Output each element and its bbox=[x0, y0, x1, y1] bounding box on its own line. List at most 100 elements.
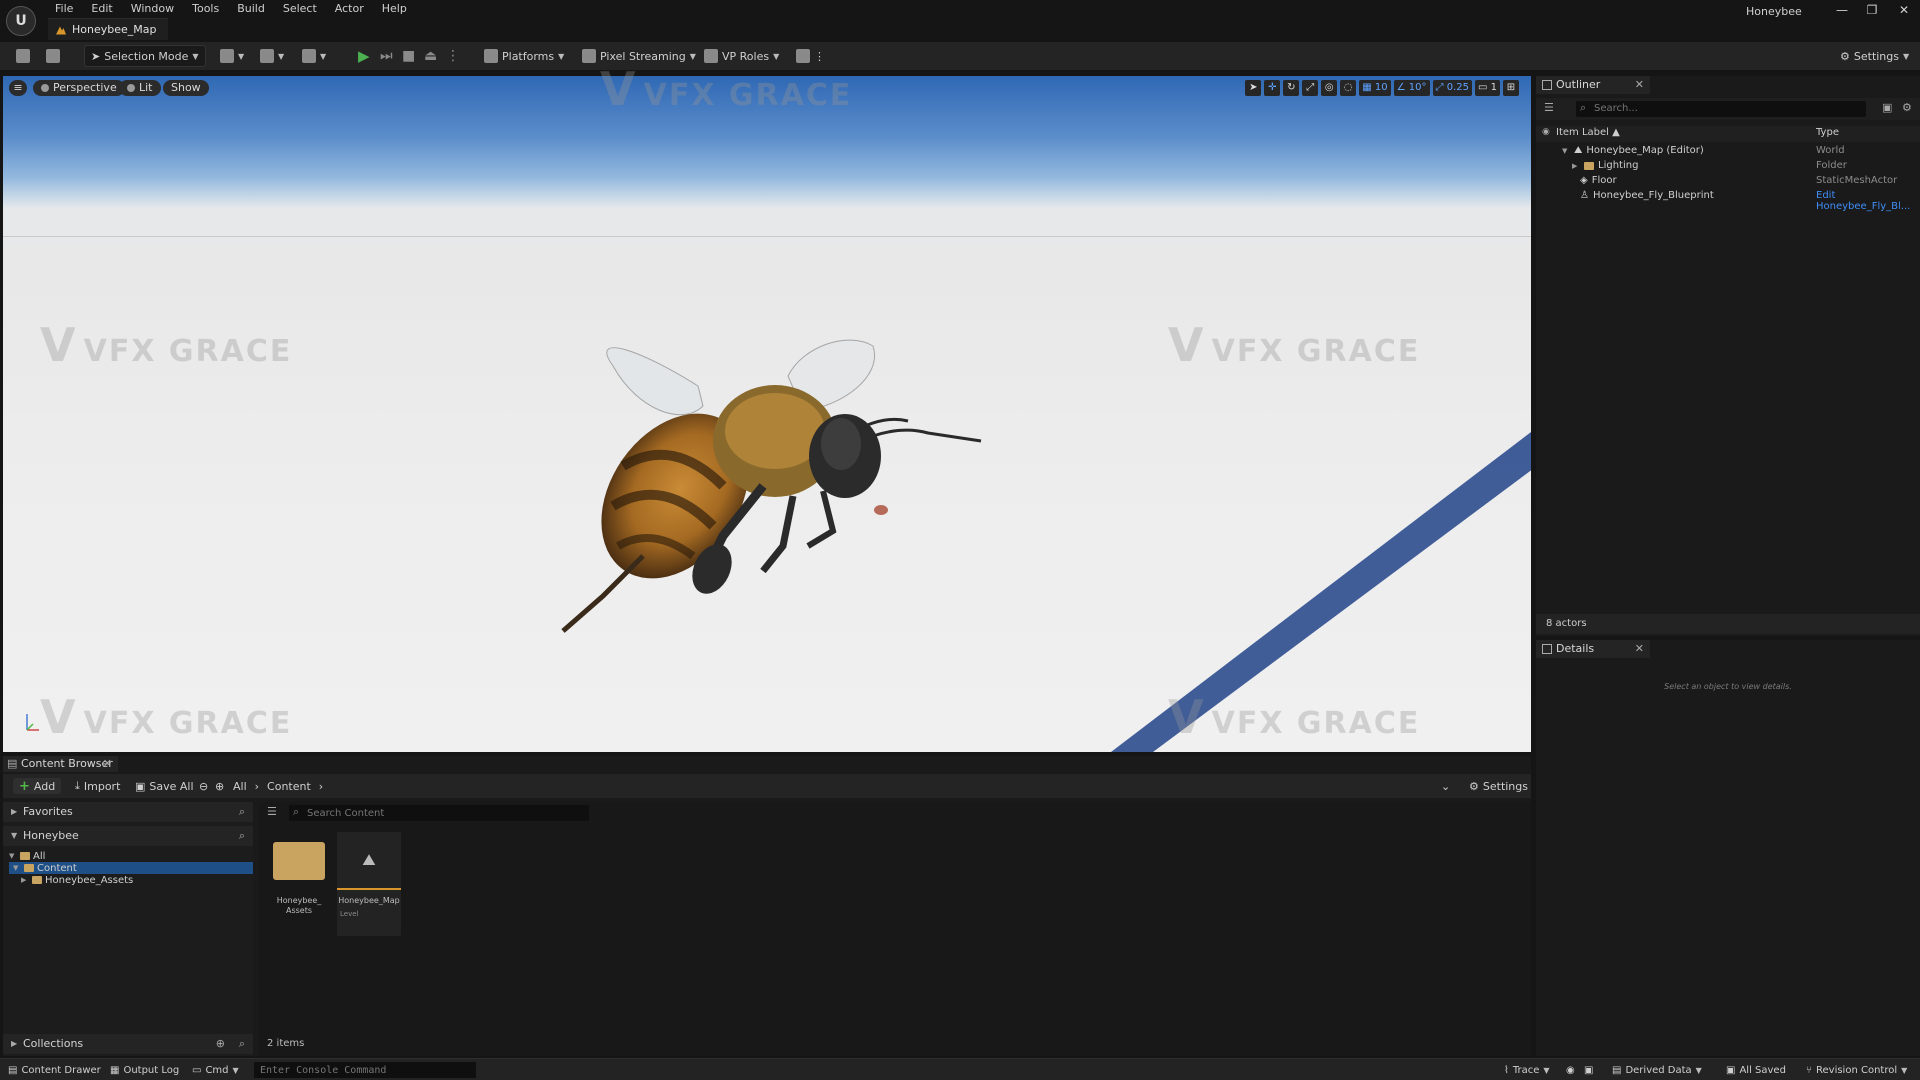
level-tab-label: Honeybee_Map bbox=[72, 23, 157, 36]
details-tab[interactable]: Details ✕ bbox=[1536, 640, 1650, 658]
history-forward-button[interactable]: ⊕ bbox=[209, 778, 230, 794]
advance-frame-button[interactable]: ⏭ bbox=[374, 45, 399, 67]
asset-tile-level[interactable]: ⛰ Honeybee_Map Level bbox=[337, 832, 401, 936]
translate-tool-icon[interactable]: ✛ bbox=[1264, 80, 1281, 96]
close-icon[interactable]: ✕ bbox=[1635, 640, 1644, 658]
hamburger-icon: ≡ bbox=[13, 81, 23, 94]
menu-help[interactable]: Help bbox=[373, 0, 416, 16]
world-local-icon[interactable]: ◎ bbox=[1321, 80, 1338, 96]
search-icon[interactable]: ⌕ bbox=[239, 1034, 245, 1054]
favorites-section[interactable]: ▶ Favorites ⌕ bbox=[3, 802, 253, 822]
edit-blueprint-link[interactable]: Edit Honeybee_Fly_Bl... bbox=[1816, 190, 1920, 212]
close-icon[interactable]: ✕ bbox=[1635, 76, 1644, 94]
cmd-dropdown[interactable]: ▭ Cmd ▼ bbox=[192, 1063, 239, 1077]
select-tool-icon[interactable]: ➤ bbox=[1245, 80, 1262, 96]
add-folder-icon[interactable]: ▣ bbox=[1882, 101, 1892, 114]
visibility-icon[interactable]: ◉ bbox=[1542, 127, 1550, 137]
filter-icon[interactable]: ☰ bbox=[267, 805, 277, 818]
content-drawer-button[interactable]: ▤ Content Drawer bbox=[8, 1063, 101, 1077]
outliner-row[interactable]: ♙ Honeybee_Fly_Blueprint Edit Honeybee_Fl… bbox=[1536, 189, 1920, 212]
close-window-button[interactable]: ✕ bbox=[1892, 2, 1916, 18]
record-button[interactable]: ◉ bbox=[1566, 1063, 1575, 1077]
main-toolbar: ➤ Selection Mode ▼ ▼ ▼ ▼ ▶ ⏭ ■ ⏏ ⋮ Platf… bbox=[0, 42, 1920, 70]
add-button[interactable]: + Add bbox=[13, 778, 62, 794]
asset-tile-folder[interactable]: Honeybee_ Assets bbox=[267, 832, 331, 936]
outliner-row[interactable]: ◈ Floor StaticMeshActor bbox=[1536, 174, 1920, 189]
honeybee-mesh[interactable] bbox=[3, 76, 1531, 752]
viewport-layout-icon[interactable]: ⊞ bbox=[1503, 80, 1519, 96]
add-collection-icon[interactable]: ⊕ bbox=[216, 1034, 225, 1054]
selection-mode-dropdown[interactable]: ➤ Selection Mode ▼ bbox=[84, 45, 206, 67]
tree-item-all[interactable]: ▼ All bbox=[9, 850, 253, 862]
viewport-transform-tools: ➤ ✛ ↻ ⤢ ◎ ◌ ▦ 10 ∠ 10° ⤢ 0.25 ▭ 1 ⊞ bbox=[1245, 80, 1519, 96]
revision-control-dropdown[interactable]: ⑂ Revision Control ▼ bbox=[1806, 1063, 1907, 1077]
collections-section[interactable]: ▶ Collections ⊕ ⌕ bbox=[3, 1034, 253, 1054]
restore-button[interactable]: ❐ bbox=[1860, 2, 1884, 18]
show-button[interactable]: Show bbox=[163, 80, 209, 96]
save-button[interactable] bbox=[10, 45, 36, 67]
derived-data-dropdown[interactable]: ▤ Derived Data ▼ bbox=[1612, 1063, 1702, 1077]
surface-snap-icon[interactable]: ◌ bbox=[1340, 80, 1357, 96]
search-icon[interactable]: ⌕ bbox=[239, 802, 245, 822]
path-dropdown[interactable]: ⌄ bbox=[1435, 778, 1456, 794]
menu-actor[interactable]: Actor bbox=[326, 0, 373, 16]
platforms-dropdown[interactable]: Platforms ▼ bbox=[478, 45, 570, 67]
grid-snap-button[interactable]: ▦ 10 bbox=[1359, 80, 1391, 96]
import-button[interactable]: ⤓ Import bbox=[69, 778, 126, 794]
perspective-button[interactable]: Perspective bbox=[33, 80, 125, 96]
all-saved-button[interactable]: ▣ All Saved bbox=[1726, 1063, 1786, 1077]
blueprints-button[interactable]: ▼ bbox=[254, 45, 290, 67]
view-mode-button[interactable]: Lit bbox=[119, 80, 161, 96]
viewport-menu-button[interactable]: ≡ bbox=[9, 80, 27, 96]
close-icon[interactable]: ✕ bbox=[103, 756, 112, 772]
save-all-button[interactable]: ▣ Save All bbox=[129, 778, 200, 794]
revision-control-label: Revision Control bbox=[1816, 1064, 1898, 1076]
breadcrumb-all[interactable]: All bbox=[233, 780, 247, 793]
outliner-row[interactable]: ▼ ⛰ Honeybee_Map (Editor) World bbox=[1536, 144, 1920, 159]
filter-icon[interactable]: ☰ bbox=[1544, 101, 1554, 114]
rotate-tool-icon[interactable]: ↻ bbox=[1283, 80, 1300, 96]
minimize-button[interactable]: — bbox=[1830, 2, 1854, 18]
outliner-tab[interactable]: Outliner ✕ bbox=[1536, 76, 1650, 94]
menu-edit[interactable]: Edit bbox=[82, 0, 121, 16]
content-settings-button[interactable]: ⚙ Settings bbox=[1463, 778, 1534, 794]
gear-icon[interactable]: ⚙ bbox=[1902, 101, 1912, 114]
console-command-input[interactable] bbox=[254, 1062, 476, 1078]
search-icon[interactable]: ⌕ bbox=[239, 826, 245, 846]
output-log-button[interactable]: ▦ Output Log bbox=[110, 1063, 179, 1077]
screenshot-button[interactable]: ▣ bbox=[1584, 1063, 1593, 1077]
tree-item-honeybee-assets[interactable]: ▶ Honeybee_Assets bbox=[9, 874, 253, 886]
scale-tool-icon[interactable]: ⤢ bbox=[1302, 80, 1319, 96]
play-options-button[interactable]: ⋮ bbox=[440, 45, 466, 67]
project-section[interactable]: ▼ Honeybee ⌕ bbox=[3, 826, 253, 846]
tree-item-content[interactable]: ▼ Content bbox=[9, 862, 253, 874]
play-button[interactable]: ▶ bbox=[352, 45, 376, 67]
scale-snap-button[interactable]: ⤢ 0.25 bbox=[1432, 80, 1472, 96]
content-search-input[interactable] bbox=[289, 805, 589, 821]
outliner-panel: Outliner ✕ ☰ ⌕ ▣ ⚙ ◉ Item Label ▲ Type ▼… bbox=[1536, 76, 1920, 636]
settings-dropdown[interactable]: ⚙ Settings ▼ bbox=[1834, 45, 1915, 67]
browse-button[interactable] bbox=[40, 45, 66, 67]
add-actor-button[interactable]: ▼ bbox=[214, 45, 250, 67]
camera-speed-button[interactable]: ▭ 1 bbox=[1474, 80, 1500, 96]
rotation-snap-button[interactable]: ∠ 10° bbox=[1393, 80, 1430, 96]
unreal-logo-icon[interactable]: U bbox=[6, 6, 36, 36]
outliner-row[interactable]: ▶ Lighting Folder bbox=[1536, 159, 1920, 174]
outliner-search-input[interactable] bbox=[1576, 101, 1866, 117]
expand-icon[interactable]: ▶ bbox=[1572, 162, 1580, 170]
level-tab[interactable]: Honeybee_Map bbox=[48, 18, 169, 40]
cinematics-button[interactable]: ▼ bbox=[296, 45, 332, 67]
menu-select[interactable]: Select bbox=[274, 0, 326, 16]
menu-tools[interactable]: Tools bbox=[183, 0, 228, 16]
breadcrumb-content[interactable]: Content bbox=[267, 780, 311, 793]
level-viewport[interactable]: ≡ Perspective Lit Show ➤ ✛ ↻ ⤢ ◎ ◌ ▦ 10 … bbox=[3, 76, 1531, 752]
expand-icon[interactable]: ▼ bbox=[1562, 147, 1570, 155]
trace-dropdown[interactable]: ⌇ Trace ▼ bbox=[1504, 1063, 1550, 1077]
type-column[interactable]: Type bbox=[1816, 127, 1839, 138]
menu-build[interactable]: Build bbox=[228, 0, 274, 16]
content-browser-tab[interactable]: ▤ Content Browser ✕ bbox=[3, 756, 118, 772]
menu-window[interactable]: Window bbox=[122, 0, 183, 16]
asset-kind: Level bbox=[340, 910, 359, 918]
item-label-column[interactable]: Item Label ▲ bbox=[1556, 127, 1620, 138]
menu-file[interactable]: File bbox=[46, 0, 82, 16]
